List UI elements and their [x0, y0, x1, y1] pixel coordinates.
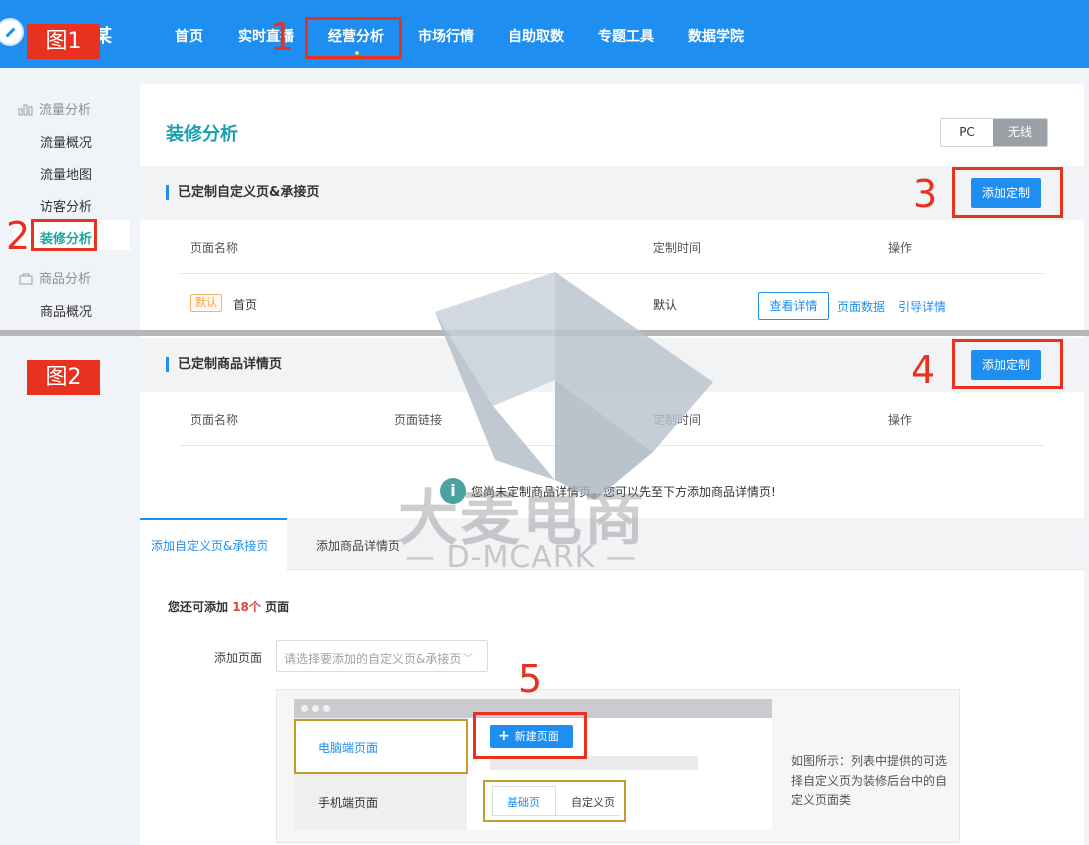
watermark-subtext: — D-MCARK —: [405, 540, 637, 575]
window-dot-icon: [312, 705, 319, 712]
figure-1-label: 图1: [27, 24, 100, 59]
sidebar-item-traffic-overview[interactable]: 流量概况: [40, 132, 92, 151]
default-badge: 默认: [190, 294, 222, 312]
sidebar-item-product-overview[interactable]: 商品概况: [40, 301, 92, 320]
remaining-count: 18个: [232, 600, 261, 614]
column-header-custom-time: 定制时间: [653, 241, 702, 255]
column-header-custom-time: 定制时间: [653, 413, 702, 427]
guide-details-link[interactable]: 引导详情: [898, 298, 946, 315]
sidebar-group-traffic: 流量分析: [18, 99, 91, 118]
nav-item-tools[interactable]: 专题工具: [598, 26, 654, 46]
page-data-link[interactable]: 页面数据: [837, 298, 885, 315]
tab-add-product-detail[interactable]: 添加商品详情页: [316, 537, 400, 554]
column-header-actions: 操作: [888, 241, 913, 255]
annotation-marker-2: 2: [6, 214, 31, 258]
column-header-page-link: 页面链接: [394, 413, 443, 427]
sidebar-item-visitor-analysis[interactable]: 访客分析: [40, 196, 92, 215]
sidebar-group-product-label: 商品分析: [39, 272, 92, 287]
demo-mobile-label: 手机端页面: [318, 796, 379, 810]
window-dot-icon: [323, 705, 330, 712]
device-toggle: PC 无线: [940, 118, 1048, 147]
sidebar-group-traffic-label: 流量分析: [39, 103, 92, 118]
sidebar-item-traffic-map[interactable]: 流量地图: [40, 164, 92, 183]
window-dot-icon: [301, 705, 308, 712]
sidebar-group-product: 商品分析: [18, 268, 91, 287]
device-toggle-pc[interactable]: PC: [941, 119, 993, 146]
chevron-down-icon: ﹀: [463, 654, 473, 665]
demo-tab-custom-label: 自定义页: [571, 796, 615, 809]
row-page-name: 首页: [233, 298, 258, 312]
figure-2-label: 图2: [27, 360, 100, 395]
nav-item-self-service-data[interactable]: 自助取数: [508, 26, 564, 46]
row-custom-time: 默认: [653, 298, 678, 312]
table-divider: [180, 445, 1044, 446]
annotation-box-sidebar: [31, 219, 97, 251]
view-details-button[interactable]: 查看详情: [758, 292, 829, 320]
remaining-pages-text: 您还可添加 18个 页面: [168, 600, 290, 614]
nav-item-home[interactable]: 首页: [175, 26, 203, 46]
bar-chart-icon: [18, 104, 33, 116]
page-select-placeholder: 请选择要添加的自定义页&承接页: [284, 652, 462, 666]
column-header-page-name: 页面名称: [190, 241, 239, 255]
table-divider: [180, 273, 1044, 274]
annotation-marker-5: 5: [518, 657, 543, 701]
annotation-box-new-page: [473, 712, 587, 759]
demo-tabs-underline: [492, 815, 620, 816]
demo-pc-label: 电脑端页面: [318, 741, 379, 755]
section-product-detail-title: 已定制商品详情页: [166, 357, 282, 372]
annotation-box-add-1: [952, 167, 1063, 218]
annotation-marker-4: 4: [911, 348, 936, 392]
add-page-label: 添加页面: [214, 651, 263, 665]
device-toggle-mobile[interactable]: 无线: [993, 119, 1047, 146]
demo-note: 如图所示：列表中提供的可选择自定义页为装修后台中的自定义页面类: [791, 754, 948, 807]
nav-item-market[interactable]: 市场行情: [418, 26, 474, 46]
annotation-marker-3: 3: [913, 172, 938, 216]
annotation-marker-1: 1: [270, 15, 295, 59]
bag-icon: [19, 273, 33, 285]
demo-tab-basic-label: 基础页: [507, 796, 540, 809]
tab-add-custom-page-label[interactable]: 添加自定义页&承接页: [151, 537, 268, 554]
page-title: 装修分析: [166, 124, 238, 145]
annotation-box-add-2: [952, 339, 1063, 389]
nav-item-academy[interactable]: 数据学院: [688, 26, 744, 46]
column-header-actions: 操作: [888, 413, 913, 427]
column-header-page-name: 页面名称: [190, 413, 239, 427]
annotation-box-nav: [305, 17, 402, 59]
section-custom-pages-title: 已定制自定义页&承接页: [166, 185, 319, 200]
